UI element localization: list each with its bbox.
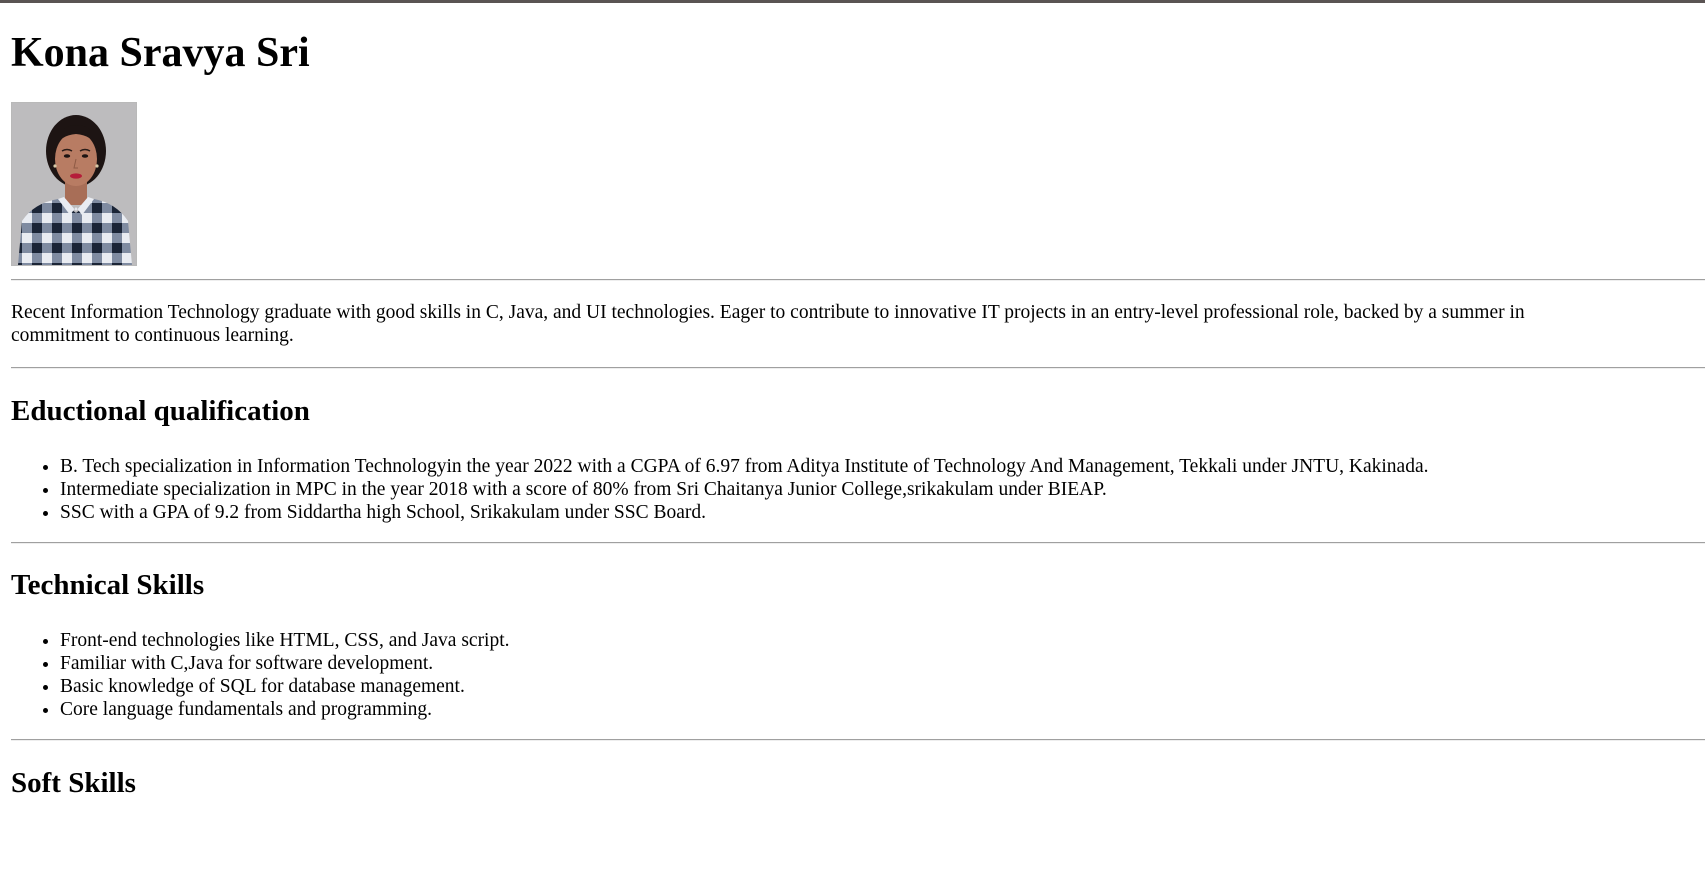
education-heading: Eductional qualification [11,395,310,427]
list-item: B. Tech specialization in Information Te… [60,455,1429,478]
summary-text: Recent Information Technology graduate w… [11,301,1705,347]
soft-skills-heading: Soft Skills [11,767,136,799]
section-divider [11,739,1705,741]
summary-line-2: commitment to continuous learning. [11,325,294,346]
summary-line-1: Recent Information Technology graduate w… [11,302,1525,323]
list-item: Core language fundamentals and programmi… [60,698,510,721]
profile-photo [11,102,137,266]
list-item: Intermediate specialization in MPC in th… [60,478,1429,501]
list-item: Front-end technologies like HTML, CSS, a… [60,629,510,652]
list-item: Basic knowledge of SQL for database mana… [60,675,510,698]
list-item: SSC with a GPA of 9.2 from Siddartha hig… [60,501,1429,524]
window-top-border [0,0,1705,3]
section-divider [11,367,1705,369]
section-divider [11,542,1705,544]
page-title: Kona Sravya Sri [11,30,310,76]
section-divider [11,279,1705,281]
technical-skills-list: Front-end technologies like HTML, CSS, a… [11,629,510,721]
profile-photo-image [12,103,136,265]
list-item: Familiar with C,Java for software develo… [60,652,510,675]
education-list: B. Tech specialization in Information Te… [11,455,1429,524]
technical-skills-heading: Technical Skills [11,569,205,601]
